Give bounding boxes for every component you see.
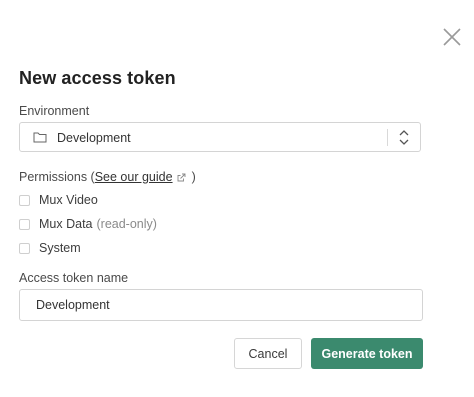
environment-selected-value: Development	[57, 131, 131, 145]
checkbox[interactable]	[19, 194, 30, 206]
close-button[interactable]	[440, 25, 464, 49]
permission-system[interactable]: System	[19, 240, 81, 256]
generate-token-button[interactable]: Generate token	[311, 338, 423, 369]
see-our-guide-link[interactable]: See our guide	[95, 170, 173, 184]
checkbox[interactable]	[19, 218, 30, 230]
select-divider	[387, 129, 388, 146]
permission-label: Mux Video	[39, 193, 98, 207]
permission-note: (read-only)	[96, 217, 157, 231]
chevron-up-down-icon	[399, 130, 409, 145]
token-name-input[interactable]: Development	[19, 289, 423, 321]
environment-select[interactable]: Development	[19, 122, 421, 152]
permission-label: System	[39, 241, 81, 255]
cancel-button[interactable]: Cancel	[234, 338, 302, 369]
permission-mux-video[interactable]: Mux Video	[19, 192, 98, 208]
dialog-title: New access token	[19, 68, 176, 88]
permission-mux-data[interactable]: Mux Data (read-only)	[19, 216, 157, 232]
folder-icon	[33, 132, 47, 143]
close-icon	[443, 28, 461, 46]
environment-label: Environment	[19, 104, 90, 118]
permissions-label-close: )	[191, 170, 196, 184]
permissions-label: Permissions (See our guide)	[19, 170, 196, 184]
token-name-label: Access token name	[19, 271, 129, 285]
permission-label: Mux Data	[39, 217, 93, 231]
permissions-label-text: Permissions (	[19, 170, 95, 184]
external-link-icon	[177, 173, 186, 182]
checkbox[interactable]	[19, 242, 30, 254]
